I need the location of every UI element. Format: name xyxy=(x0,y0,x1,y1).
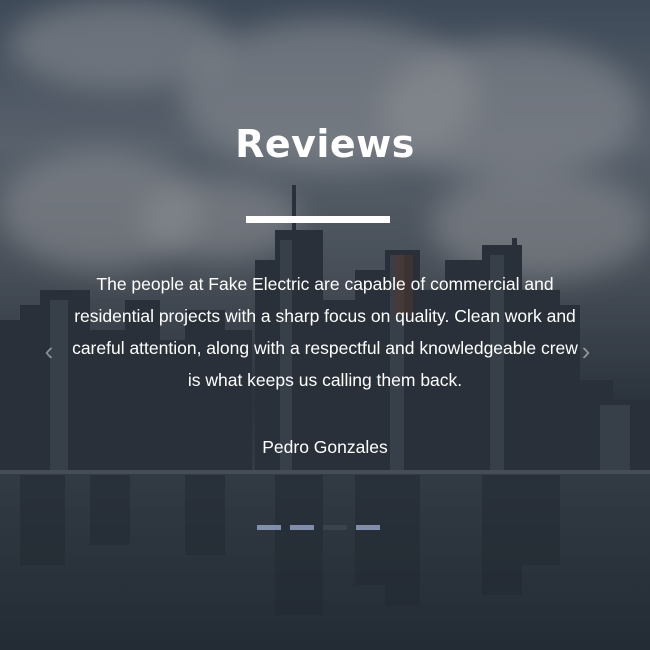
carousel-prev-button[interactable]: ‹ xyxy=(39,337,59,365)
carousel-indicator[interactable] xyxy=(257,525,281,530)
carousel-indicator[interactable] xyxy=(290,525,314,530)
reviews-section: Reviews The people at Fake Electric are … xyxy=(0,0,650,650)
carousel-next-button[interactable]: › xyxy=(576,337,596,365)
chevron-left-icon: ‹ xyxy=(44,336,54,366)
carousel-indicator[interactable] xyxy=(323,525,347,530)
chevron-right-icon: › xyxy=(581,336,591,366)
carousel-indicators xyxy=(257,525,380,530)
review-quote: The people at Fake Electric are capable … xyxy=(72,274,578,390)
title-underline xyxy=(246,216,390,223)
section-title: Reviews xyxy=(235,122,415,166)
review-author: Pedro Gonzales xyxy=(262,437,388,457)
carousel-indicator[interactable] xyxy=(356,525,380,530)
